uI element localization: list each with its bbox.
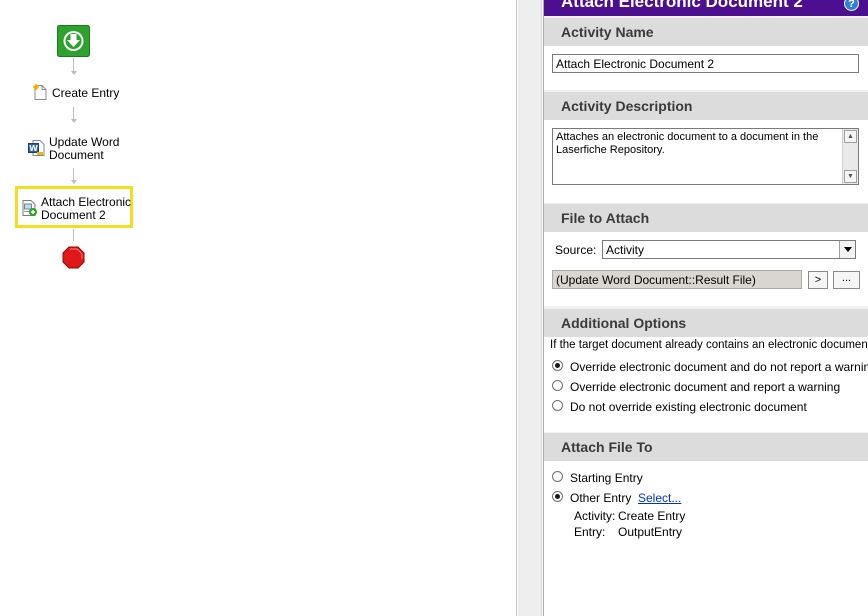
file-to-attach-section: Source: Activity (Update Word Document::…: [544, 232, 868, 306]
file-to-attach-header[interactable]: File to Attach: [544, 204, 868, 232]
stop-sign-icon[interactable]: [62, 246, 85, 269]
start-arrow-icon[interactable]: [57, 25, 90, 57]
attach-file-to-header[interactable]: Attach File To: [544, 433, 868, 461]
do-not-override-radio[interactable]: [552, 400, 563, 411]
other-entry-radio[interactable]: [552, 491, 563, 502]
description-scrollbar[interactable]: ▲ ▼: [842, 129, 858, 184]
source-dropdown[interactable]: Activity: [602, 240, 856, 259]
other-entry-label[interactable]: Other Entry: [570, 491, 631, 505]
activity-description-text: Attaches an electronic document to a doc…: [556, 131, 819, 156]
node-label-line: Document 2: [41, 208, 106, 222]
override-warning-radio[interactable]: [552, 380, 563, 391]
token-button[interactable]: >: [808, 271, 828, 289]
activity-name-section: Attach Electronic Document 2: [544, 46, 868, 90]
workflow-canvas[interactable]: Create Entry W Update Word Document Atta…: [0, 0, 517, 616]
properties-panel: Attach Electronic Document 2 ? Activity …: [543, 0, 868, 616]
override-warning-label[interactable]: Override electronic document and report …: [570, 380, 840, 394]
attach-document-icon[interactable]: [21, 199, 38, 217]
additional-options-section: If the target document already contains …: [544, 337, 868, 432]
override-prompt: If the target document already contains …: [550, 339, 868, 351]
additional-options-header[interactable]: Additional Options: [544, 309, 868, 337]
chevron-down-icon[interactable]: [839, 241, 855, 258]
activity-description-field[interactable]: Attaches an electronic document to a doc…: [552, 128, 859, 185]
result-file-field[interactable]: (Update Word Document::Result File): [552, 270, 802, 289]
starting-entry-radio[interactable]: [552, 471, 563, 482]
activity-name-header[interactable]: Activity Name: [544, 18, 868, 46]
new-document-icon[interactable]: [32, 84, 48, 101]
panel-title-bar: Attach Electronic Document 2 ?: [544, 0, 868, 16]
activity-description-section: Attaches an electronic document to a doc…: [544, 120, 868, 203]
create-entry-node[interactable]: Create Entry: [52, 87, 119, 100]
attach-electronic-document-node[interactable]: Attach Electronic Document 2: [41, 196, 131, 222]
starting-entry-label[interactable]: Starting Entry: [570, 471, 643, 485]
override-no-warning-label[interactable]: Override electronic document and do not …: [570, 360, 868, 374]
panel-title: Attach Electronic Document 2: [561, 0, 803, 11]
activity-name-field[interactable]: Attach Electronic Document 2: [552, 54, 859, 73]
connector-line: [73, 229, 74, 241]
entry-value: OutputEntry: [618, 525, 683, 539]
canvas-scrollbar[interactable]: [518, 0, 542, 616]
connector-arrow: [71, 180, 77, 184]
entry-label: Entry:: [574, 525, 606, 539]
activity-description-header[interactable]: Activity Description: [544, 92, 868, 120]
connector-arrow: [71, 119, 77, 123]
help-icon[interactable]: ?: [844, 0, 859, 11]
select-entry-link[interactable]: Select...: [638, 491, 681, 505]
attach-file-to-section: Starting Entry Other Entry Select... Act…: [544, 461, 868, 616]
connector-arrow: [71, 71, 77, 75]
activity-label: Activity:: [574, 509, 616, 523]
override-no-warning-radio[interactable]: [552, 360, 563, 371]
connector-line: [73, 58, 74, 72]
browse-button[interactable]: ...: [833, 271, 860, 289]
do-not-override-label[interactable]: Do not override existing electronic docu…: [570, 400, 807, 414]
scroll-down-icon[interactable]: ▼: [844, 170, 857, 183]
node-label-line: Document: [49, 148, 104, 162]
update-word-document-node[interactable]: Update Word Document: [49, 136, 119, 162]
svg-text:W: W: [29, 144, 38, 153]
word-document-icon[interactable]: W: [28, 139, 45, 157]
source-value: Activity: [606, 243, 645, 257]
scroll-up-icon[interactable]: ▲: [844, 130, 857, 143]
activity-value: Create Entry: [618, 509, 686, 523]
source-label: Source:: [555, 243, 597, 257]
